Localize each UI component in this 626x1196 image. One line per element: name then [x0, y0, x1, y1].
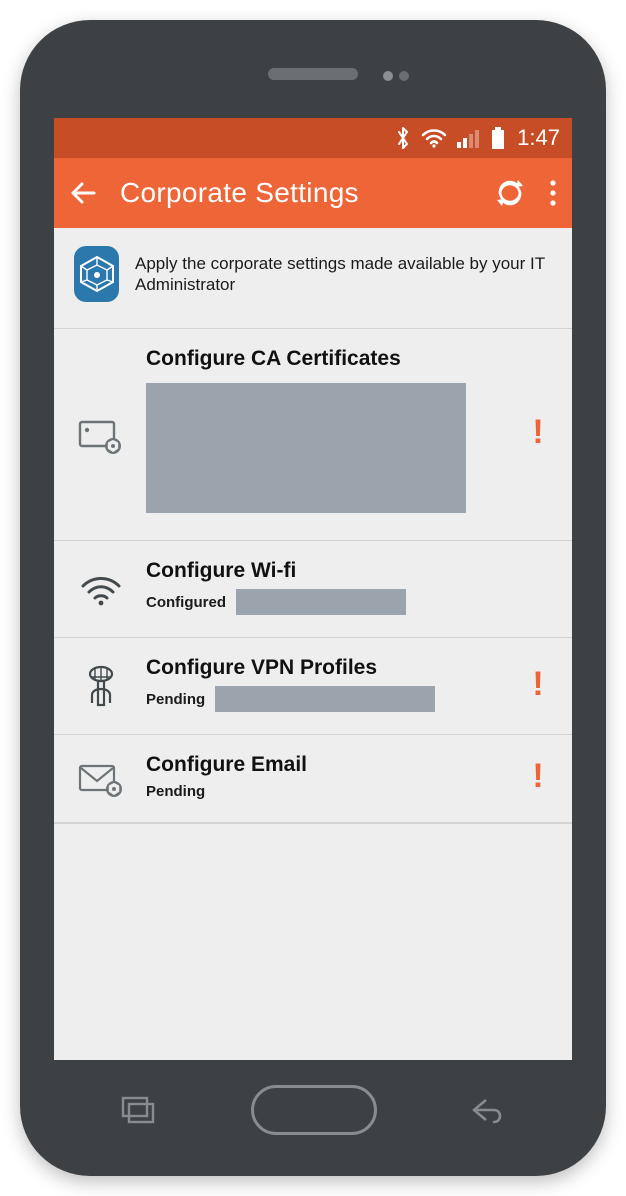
banner-text: Apply the corporate settings made availa…: [135, 253, 552, 296]
alert-icon: !: [524, 665, 552, 704]
wifi-icon: [421, 128, 447, 148]
page-title: Corporate Settings: [120, 177, 359, 209]
row-title: Configure VPN Profiles: [146, 656, 504, 680]
row-wifi[interactable]: Configure Wi-fi Configured !: [54, 541, 572, 638]
vpn-icon: [76, 659, 126, 709]
sync-button[interactable]: [494, 177, 526, 209]
phone-camera-dots: [377, 68, 409, 86]
row-ca-certificates[interactable]: Configure CA Certificates !: [54, 329, 572, 541]
row-status: Pending: [146, 691, 205, 708]
banner: Apply the corporate settings made availa…: [54, 228, 572, 329]
signal-icon: [457, 128, 481, 148]
battery-icon: [491, 127, 505, 149]
redacted-block: [236, 589, 406, 615]
content-area: Apply the corporate settings made availa…: [54, 228, 572, 1060]
row-email[interactable]: Configure Email Pending !: [54, 735, 572, 823]
screen: 1:47 Corporate Settings: [54, 118, 572, 1060]
redacted-block: [146, 383, 466, 513]
alert-icon: !: [524, 413, 552, 452]
alert-icon: !: [524, 757, 552, 796]
hw-recent-icon: [120, 1095, 156, 1125]
back-button[interactable]: [68, 178, 98, 208]
phone-inner: 1:47 Corporate Settings: [30, 30, 596, 1166]
row-title: Configure Wi-fi: [146, 559, 504, 583]
bluetooth-icon: [395, 126, 411, 150]
hardware-nav: [30, 1080, 596, 1140]
hw-home-button: [251, 1085, 377, 1135]
row-status: Configured: [146, 594, 226, 611]
app-bar: Corporate Settings: [54, 158, 572, 228]
wifi-row-icon: [76, 568, 126, 606]
brand-icon: [74, 246, 119, 302]
certificate-icon: [76, 410, 126, 456]
status-bar: 1:47: [54, 118, 572, 158]
email-icon: [76, 755, 126, 799]
hw-back-icon: [472, 1096, 506, 1124]
redacted-block: [215, 686, 435, 712]
overflow-menu-button[interactable]: [548, 179, 558, 207]
row-title: Configure Email: [146, 753, 504, 777]
row-vpn[interactable]: Configure VPN Profiles Pending !: [54, 638, 572, 735]
phone-speaker: [268, 68, 358, 80]
row-title: Configure CA Certificates: [146, 347, 504, 371]
status-time: 1:47: [517, 125, 560, 151]
phone-frame: 1:47 Corporate Settings: [20, 20, 606, 1176]
row-status: Pending: [146, 783, 205, 800]
